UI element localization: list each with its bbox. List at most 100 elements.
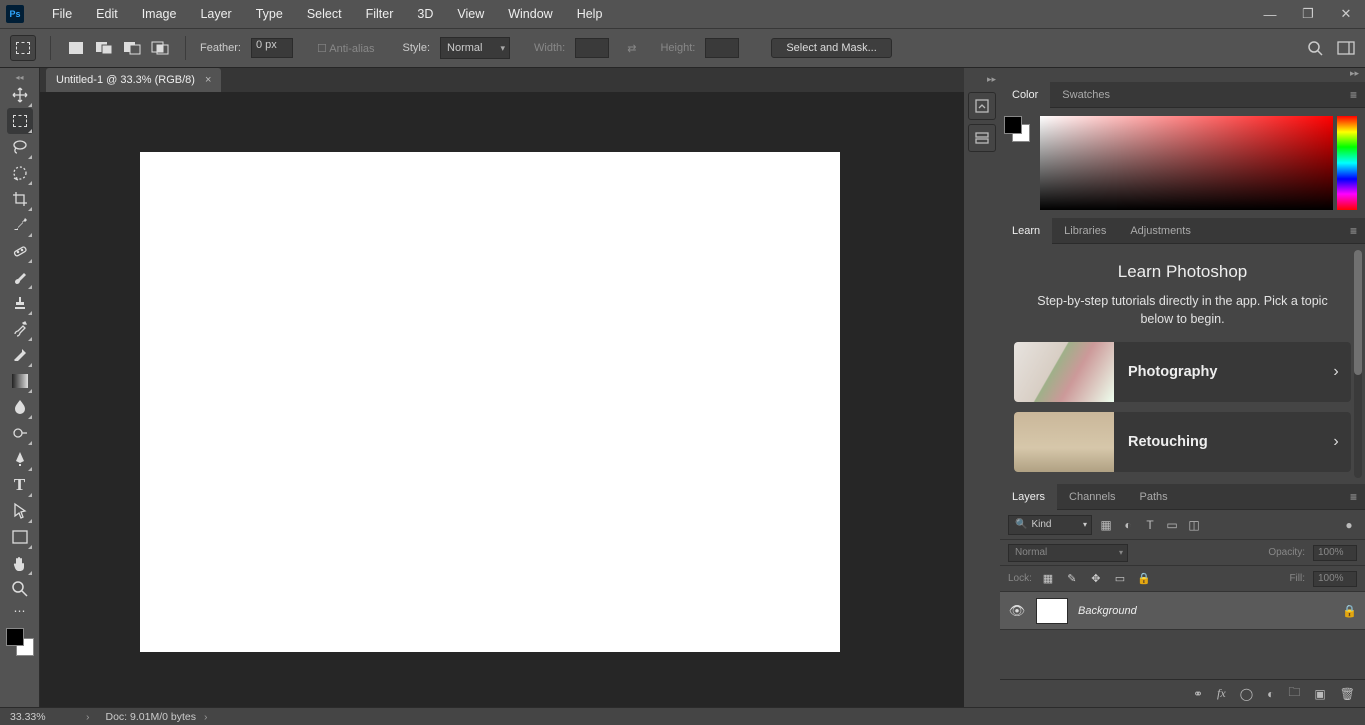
active-tool-icon[interactable]: [10, 35, 36, 61]
menu-window[interactable]: Window: [496, 0, 564, 28]
filter-pixel-icon[interactable]: ▦: [1098, 517, 1114, 533]
layer-item[interactable]: 👁 Background 🔒: [1000, 592, 1365, 630]
type-tool[interactable]: T: [7, 472, 33, 498]
mode-add-icon[interactable]: [93, 37, 115, 59]
marquee-tool[interactable]: [7, 108, 33, 134]
layer-mask-icon[interactable]: ◯: [1240, 687, 1253, 701]
filter-shape-icon[interactable]: ▭: [1164, 517, 1180, 533]
eyedropper-tool[interactable]: [7, 212, 33, 238]
lock-all-icon[interactable]: 🔒: [1136, 571, 1152, 587]
gradient-tool[interactable]: [7, 368, 33, 394]
menu-view[interactable]: View: [445, 0, 496, 28]
tab-libraries[interactable]: Libraries: [1052, 218, 1118, 244]
menu-edit[interactable]: Edit: [84, 0, 130, 28]
tools-dock-handle[interactable]: ◂◂: [0, 72, 40, 82]
layer-filter-kind[interactable]: Kind: [1008, 515, 1092, 535]
zoom-tool[interactable]: [7, 576, 33, 602]
foreground-color-swatch[interactable]: [6, 628, 24, 646]
close-button[interactable]: ✕: [1327, 0, 1365, 28]
filter-smart-icon[interactable]: ◫: [1186, 517, 1202, 533]
link-layers-icon[interactable]: ⚭: [1193, 687, 1203, 701]
history-panel-icon[interactable]: [968, 92, 996, 120]
select-and-mask-button[interactable]: Select and Mask...: [771, 38, 892, 58]
lasso-tool[interactable]: [7, 134, 33, 160]
tab-paths[interactable]: Paths: [1128, 484, 1180, 510]
learn-card-retouching[interactable]: Retouching ›: [1014, 412, 1351, 472]
color-panel-swatches[interactable]: [1004, 116, 1030, 142]
visibility-toggle-icon[interactable]: 👁: [1008, 603, 1026, 619]
menu-image[interactable]: Image: [130, 0, 189, 28]
pen-tool[interactable]: [7, 446, 33, 472]
healing-tool[interactable]: [7, 238, 33, 264]
menu-filter[interactable]: Filter: [354, 0, 406, 28]
hue-slider[interactable]: [1337, 116, 1357, 210]
mode-new-icon[interactable]: [65, 37, 87, 59]
properties-panel-icon[interactable]: [968, 124, 996, 152]
crop-tool[interactable]: [7, 186, 33, 212]
hand-tool[interactable]: [7, 550, 33, 576]
doc-info-chevron-icon[interactable]: ›: [196, 711, 216, 723]
lock-position-icon[interactable]: ✥: [1088, 571, 1104, 587]
doc-info[interactable]: Doc: 9.01M/0 bytes: [98, 711, 196, 723]
dodge-tool[interactable]: [7, 420, 33, 446]
menu-help[interactable]: Help: [565, 0, 615, 28]
color-field[interactable]: [1040, 116, 1333, 210]
lock-transparent-icon[interactable]: ▦: [1040, 571, 1056, 587]
layer-lock-icon[interactable]: 🔒: [1342, 604, 1357, 618]
menu-file[interactable]: File: [40, 0, 84, 28]
minimize-button[interactable]: —: [1251, 0, 1289, 28]
canvas[interactable]: [140, 152, 840, 652]
lock-pixels-icon[interactable]: ✎: [1064, 571, 1080, 587]
history-brush-tool[interactable]: [7, 316, 33, 342]
tab-color[interactable]: Color: [1000, 82, 1050, 108]
maximize-button[interactable]: ❐: [1289, 0, 1327, 28]
canvas-viewport[interactable]: [40, 92, 964, 707]
menu-type[interactable]: Type: [244, 0, 295, 28]
learn-card-photography[interactable]: Photography ›: [1014, 342, 1351, 402]
delete-layer-icon[interactable]: 🗑: [1340, 687, 1355, 701]
path-select-tool[interactable]: [7, 498, 33, 524]
adjustment-layer-icon[interactable]: ◐: [1267, 687, 1274, 701]
zoom-chevron-icon[interactable]: ›: [78, 711, 98, 723]
close-tab-icon[interactable]: ×: [205, 74, 211, 86]
group-icon[interactable]: 🗀: [1288, 683, 1300, 704]
panel-dock-handle[interactable]: ▸▸: [1000, 68, 1365, 82]
lock-artboard-icon[interactable]: ▭: [1112, 571, 1128, 587]
mode-subtract-icon[interactable]: [121, 37, 143, 59]
mini-dock-handle[interactable]: ▸▸: [964, 74, 1000, 88]
menu-select[interactable]: Select: [295, 0, 354, 28]
search-icon[interactable]: [1307, 40, 1323, 56]
zoom-level[interactable]: 33.33%: [0, 711, 78, 723]
tab-learn[interactable]: Learn: [1000, 218, 1052, 244]
style-dropdown[interactable]: Normal: [440, 37, 510, 59]
tab-swatches[interactable]: Swatches: [1050, 82, 1122, 108]
layer-thumb[interactable]: [1036, 598, 1068, 624]
layer-style-icon[interactable]: fx: [1217, 686, 1226, 701]
tab-channels[interactable]: Channels: [1057, 484, 1127, 510]
brush-tool[interactable]: [7, 264, 33, 290]
layers-panel-menu-icon[interactable]: ≡: [1342, 490, 1365, 504]
color-panel-menu-icon[interactable]: ≡: [1342, 88, 1365, 102]
menu-3d[interactable]: 3D: [405, 0, 445, 28]
shape-tool[interactable]: [7, 524, 33, 550]
learn-panel-menu-icon[interactable]: ≡: [1342, 224, 1365, 238]
blur-tool[interactable]: [7, 394, 33, 420]
document-tab[interactable]: Untitled-1 @ 33.3% (RGB/8) ×: [46, 68, 221, 92]
stamp-tool[interactable]: [7, 290, 33, 316]
filter-type-icon[interactable]: T: [1142, 517, 1158, 533]
feather-input[interactable]: 0 px: [251, 38, 293, 58]
tab-layers[interactable]: Layers: [1000, 484, 1057, 510]
eraser-tool[interactable]: [7, 342, 33, 368]
quick-select-tool[interactable]: [7, 160, 33, 186]
mode-intersect-icon[interactable]: [149, 37, 171, 59]
color-swatches[interactable]: [6, 628, 34, 656]
menu-layer[interactable]: Layer: [188, 0, 243, 28]
learn-scrollbar[interactable]: [1354, 250, 1362, 478]
workspace-switch-icon[interactable]: [1337, 41, 1355, 55]
edit-toolbar-icon[interactable]: ⋯: [7, 604, 33, 618]
filter-toggle-icon[interactable]: ●: [1341, 517, 1357, 533]
move-tool[interactable]: [7, 82, 33, 108]
layer-name[interactable]: Background: [1078, 605, 1332, 617]
filter-adjust-icon[interactable]: ◐: [1120, 517, 1136, 533]
tab-adjustments[interactable]: Adjustments: [1118, 218, 1203, 244]
